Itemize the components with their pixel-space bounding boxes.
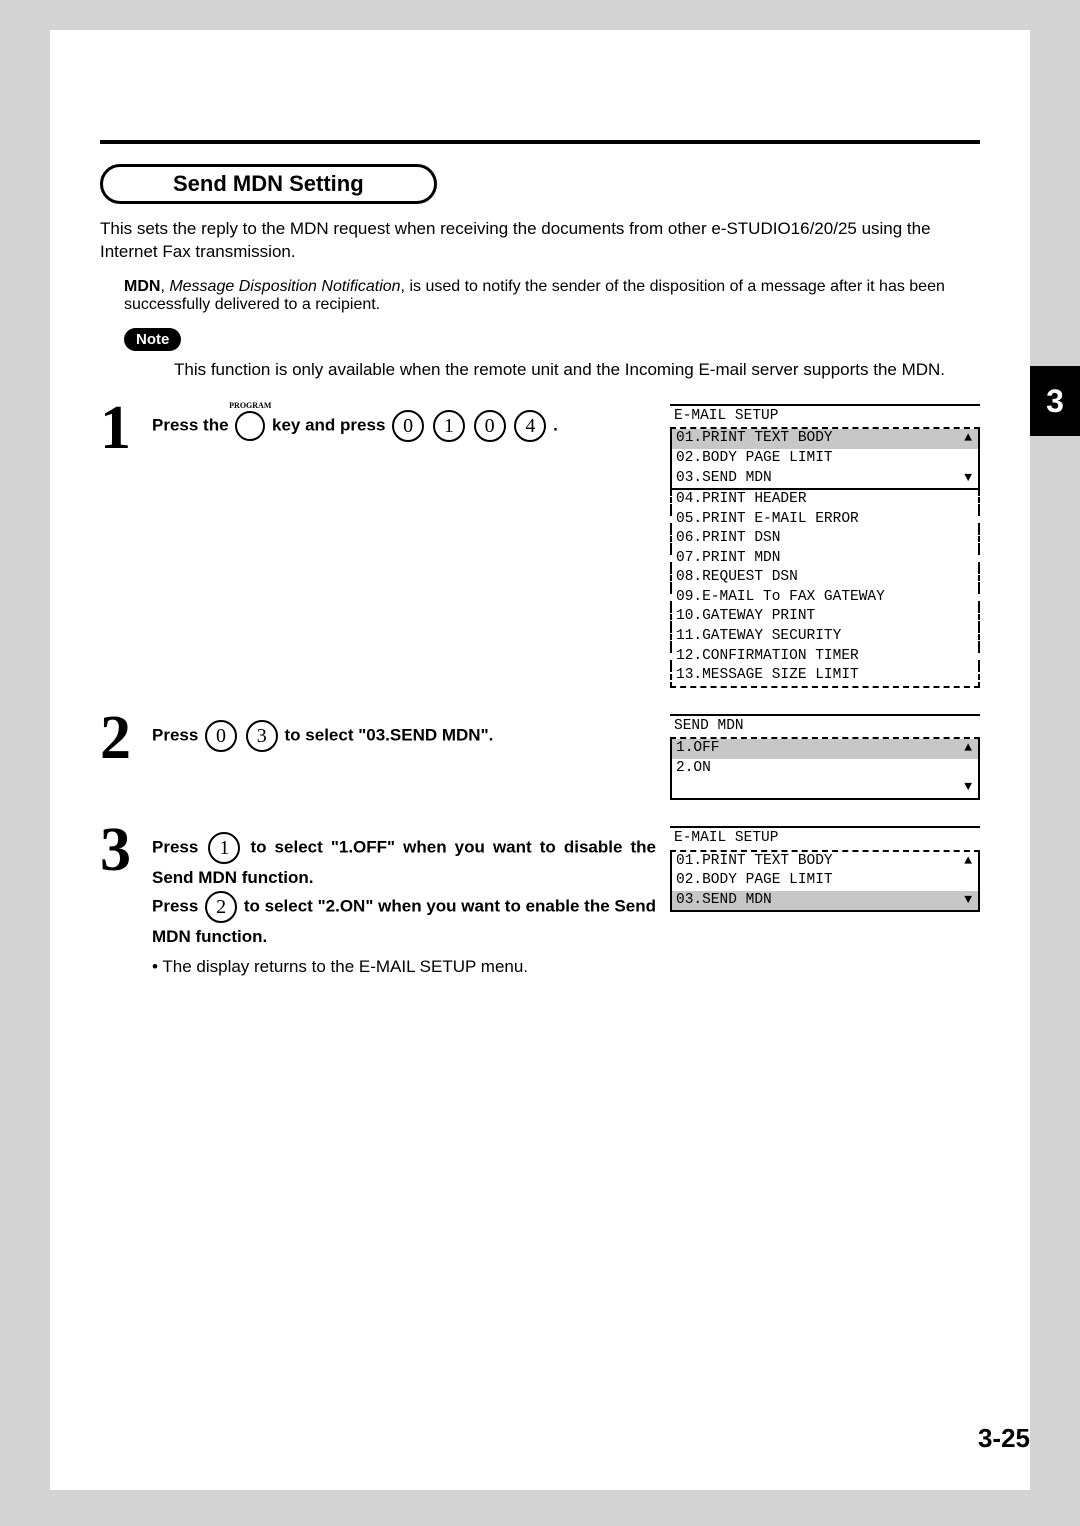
lcd-title: E-MAIL SETUP — [670, 828, 980, 852]
digit-key-icon: 1 — [433, 410, 465, 442]
note-badge: Note — [124, 328, 181, 351]
digit-key-icon: 0 — [392, 410, 424, 442]
step-instruction: Press 0 3 to select "03.SEND MDN". — [152, 720, 656, 752]
down-arrow-icon: ▼ — [964, 778, 972, 796]
lcd-row: 03.SEND MDN▼ — [670, 891, 980, 913]
chapter-tab: 3 — [1030, 366, 1080, 436]
lcd-row: 02.BODY PAGE LIMIT — [670, 449, 980, 469]
digit-key-icon: 1 — [208, 832, 240, 864]
lcd-row: 08.REQUEST DSN — [670, 568, 980, 588]
lcd-row: 2.ON — [670, 759, 980, 779]
lcd-screen: E-MAIL SETUP 01.PRINT TEXT BODY▲ 02.BODY… — [670, 404, 980, 688]
down-arrow-icon: ▼ — [964, 891, 972, 909]
lcd-row: 06.PRINT DSN — [670, 529, 980, 549]
step-body: Press the PROGRAM key and press 0 1 0 4 … — [152, 404, 656, 442]
lcd-row: 02.BODY PAGE LIMIT — [670, 871, 980, 891]
lcd-screen: SEND MDN 1.OFF▲ 2.ON ▼ — [670, 714, 980, 800]
step-number: 1 — [100, 404, 152, 454]
lcd-title: SEND MDN — [670, 716, 980, 740]
step-instruction: Press 1 to select "1.OFF" when you want … — [152, 832, 656, 891]
text-fragment: key and press — [272, 415, 390, 434]
mdn-term: MDN — [124, 278, 160, 295]
page-number: 3-25 — [978, 1423, 1030, 1454]
digit-key-icon: 0 — [474, 410, 506, 442]
note-text: This function is only available when the… — [174, 359, 980, 382]
section-title: Send MDN Setting — [100, 164, 437, 204]
text-fragment: Press — [152, 837, 206, 856]
step-instruction: Press the PROGRAM key and press 0 1 0 4 … — [152, 410, 656, 442]
steps-list: 1 Press the PROGRAM key and press 0 1 0 … — [100, 404, 980, 979]
lcd-row: 05.PRINT E-MAIL ERROR — [670, 510, 980, 530]
step-3: 3 Press 1 to select "1.OFF" when you wan… — [100, 826, 980, 979]
note-block: Note This function is only available whe… — [124, 328, 980, 382]
text-fragment: Press — [152, 897, 203, 916]
lcd-row: 13.MESSAGE SIZE LIMIT — [670, 666, 980, 688]
step-1: 1 Press the PROGRAM key and press 0 1 0 … — [100, 404, 980, 688]
step-number: 3 — [100, 826, 152, 876]
lcd-row: 11.GATEWAY SECURITY — [670, 627, 980, 647]
intro-text: This sets the reply to the MDN request w… — [100, 218, 980, 264]
text-fragment: to select "03.SEND MDN". — [285, 725, 494, 744]
lcd-display: SEND MDN 1.OFF▲ 2.ON ▼ — [670, 714, 980, 800]
lcd-row: 12.CONFIRMATION TIMER — [670, 647, 980, 667]
lcd-row: 10.GATEWAY PRINT — [670, 607, 980, 627]
down-arrow-icon: ▼ — [964, 469, 972, 487]
up-arrow-icon: ▲ — [964, 429, 972, 447]
digit-key-icon: 2 — [205, 891, 237, 923]
top-rule — [100, 140, 980, 144]
digit-key-icon: 3 — [246, 720, 278, 752]
up-arrow-icon: ▲ — [964, 852, 972, 870]
lcd-display: E-MAIL SETUP 01.PRINT TEXT BODY▲ 02.BODY… — [670, 404, 980, 688]
step-body: Press 0 3 to select "03.SEND MDN". — [152, 714, 656, 752]
mdn-expansion: Message Disposition Notification — [169, 278, 400, 295]
lcd-row: 09.E-MAIL To FAX GATEWAY — [670, 588, 980, 608]
lcd-row: 04.PRINT HEADER — [670, 490, 980, 510]
text-fragment: . — [553, 415, 558, 434]
lcd-row: 01.PRINT TEXT BODY▲ — [670, 852, 980, 872]
text-fragment: Press the — [152, 415, 233, 434]
step-body: Press 1 to select "1.OFF" when you want … — [152, 826, 656, 979]
digit-key-icon: 0 — [205, 720, 237, 752]
step-instruction: Press 2 to select "2.ON" when you want t… — [152, 891, 656, 950]
lcd-row: 07.PRINT MDN — [670, 549, 980, 569]
step-2: 2 Press 0 3 to select "03.SEND MDN". SEN… — [100, 714, 980, 800]
manual-page: 3 Send MDN Setting This sets the reply t… — [50, 30, 1030, 1490]
lcd-row: ▼ — [670, 778, 980, 800]
text-fragment: Press — [152, 725, 203, 744]
lcd-row: 03.SEND MDN▼ — [670, 469, 980, 491]
definition-box: MDN, Message Disposition Notification, i… — [124, 278, 980, 314]
up-arrow-icon: ▲ — [964, 739, 972, 757]
lcd-row: 1.OFF▲ — [670, 739, 980, 759]
lcd-title: E-MAIL SETUP — [670, 406, 980, 430]
program-key-label: PROGRAM — [229, 400, 271, 413]
lcd-display: E-MAIL SETUP 01.PRINT TEXT BODY▲ 02.BODY… — [670, 826, 980, 912]
digit-key-icon: 4 — [514, 410, 546, 442]
step-note: • The display returns to the E-MAIL SETU… — [152, 956, 656, 979]
lcd-row: 01.PRINT TEXT BODY▲ — [670, 429, 980, 449]
step-number: 2 — [100, 714, 152, 764]
lcd-screen: E-MAIL SETUP 01.PRINT TEXT BODY▲ 02.BODY… — [670, 826, 980, 912]
program-key-icon: PROGRAM — [235, 411, 265, 441]
